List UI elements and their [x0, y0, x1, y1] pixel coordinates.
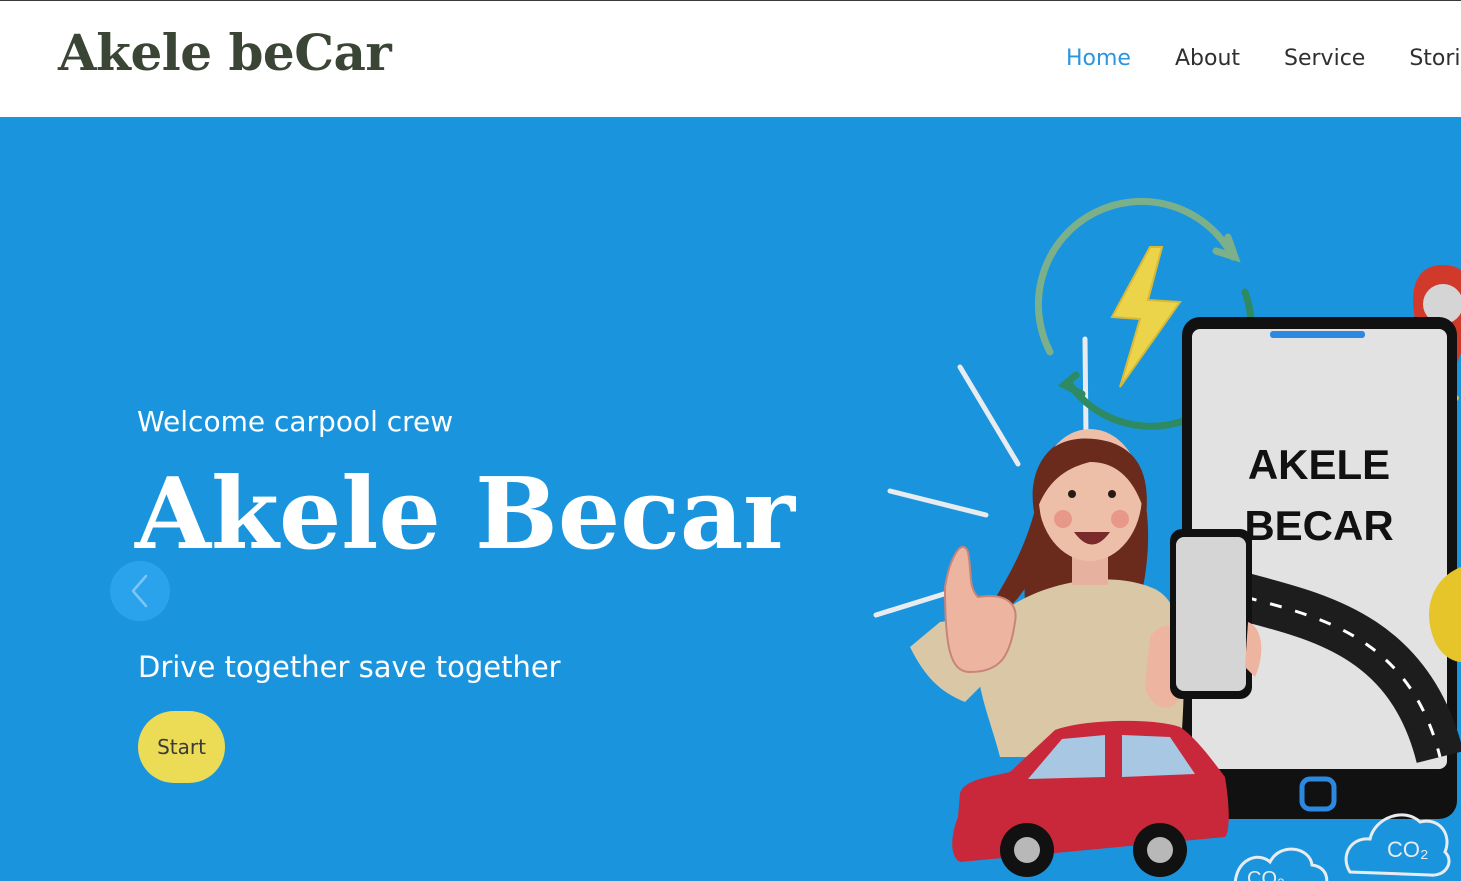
lightning-icon [1110, 246, 1182, 388]
hero-illustration: AKELE BECAR CO₂ CO₂ [873, 197, 1461, 881]
tablet-text-line1: AKELE [1248, 441, 1390, 488]
chevron-left-icon [131, 574, 148, 608]
tablet-text-line2: BECAR [1244, 502, 1393, 549]
nav-home-link[interactable]: Home [1066, 43, 1131, 77]
slider-prev-button[interactable] [110, 561, 170, 621]
brand-logo[interactable]: Akele beCar [58, 23, 392, 82]
main-nav: Home About Service Stories [1066, 43, 1461, 77]
hero-tagline: Drive together save together [138, 650, 561, 684]
hero-welcome-text: Welcome carpool crew [137, 405, 454, 438]
nav-about-link[interactable]: About [1175, 43, 1240, 77]
co2-cloud-icon: CO₂ CO₂ [1234, 813, 1451, 881]
start-button[interactable]: Start [138, 711, 225, 783]
hero-title: Akele Becar [135, 457, 795, 572]
hero-slider: Welcome carpool crew Akele Becar Drive t… [0, 117, 1461, 881]
co2-label-2: CO₂ [1247, 868, 1285, 881]
red-car [952, 720, 1229, 877]
nav-stories-link[interactable]: Stories [1409, 43, 1461, 77]
site-header: Akele beCar Home About Service Stories [0, 1, 1461, 117]
co2-label-1: CO₂ [1387, 837, 1429, 862]
nav-service-link[interactable]: Service [1284, 43, 1365, 77]
